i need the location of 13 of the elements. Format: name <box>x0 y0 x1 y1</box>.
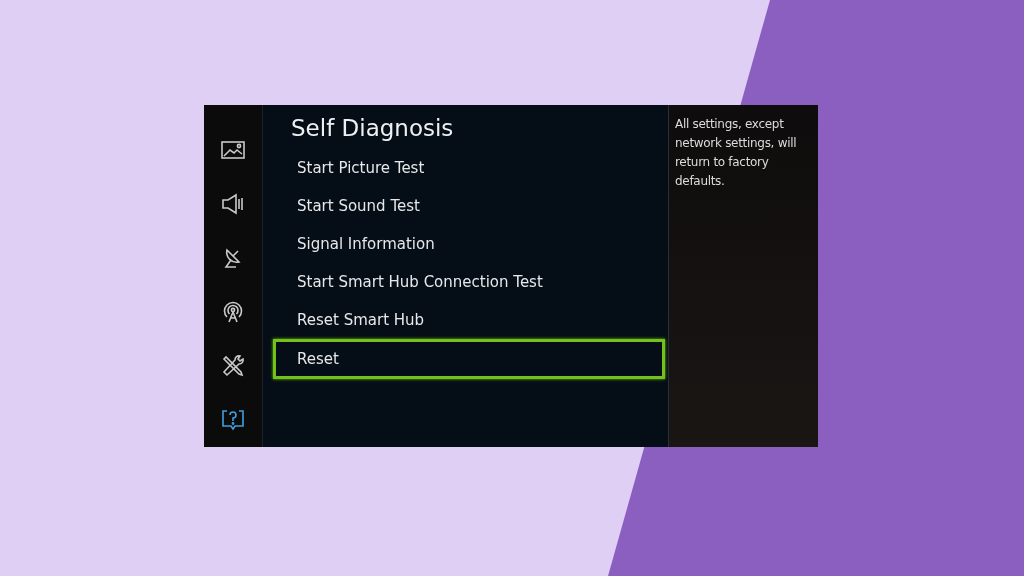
menu-item[interactable]: Signal Information <box>273 225 665 263</box>
tools-icon <box>221 354 245 378</box>
menu-item[interactable]: Start Smart Hub Connection Test <box>273 263 665 301</box>
menu-title: Self Diagnosis <box>290 114 455 143</box>
description-text: All settings, except network settings, will return to factory defaults. <box>675 116 798 190</box>
menu-item[interactable]: Reset <box>273 339 665 379</box>
help-icon <box>221 408 245 432</box>
picture-icon <box>221 140 245 160</box>
antenna-signal-icon <box>221 300 245 324</box>
menu-item[interactable]: Reset Smart Hub <box>273 301 665 339</box>
speaker-icon <box>221 193 245 215</box>
menu-item[interactable]: Start Picture Test <box>273 149 665 187</box>
menu-item[interactable]: Start Sound Test <box>273 187 665 225</box>
